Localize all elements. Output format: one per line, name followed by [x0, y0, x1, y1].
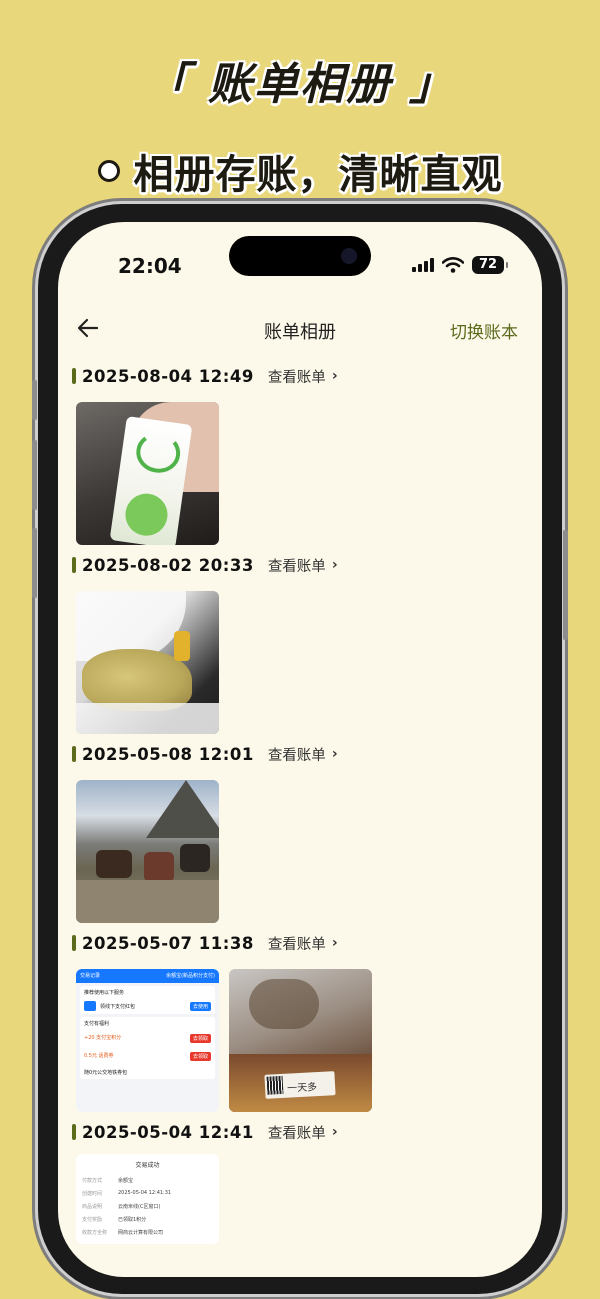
receipt2-value: 已领取1积分 [118, 1217, 147, 1223]
status-icons: 72 [412, 256, 508, 274]
receipt2-key: 付款方式 [82, 1178, 103, 1184]
dynamic-island [229, 236, 371, 276]
chevron-right-icon: › [331, 1124, 338, 1140]
bill-group: 2025-08-02 20:33 查看账单 › [72, 553, 338, 734]
drink-carton [109, 416, 193, 545]
view-bill-link[interactable]: 查看账单 › [268, 744, 338, 765]
chevron-right-icon: › [331, 746, 338, 762]
section-marker [72, 1124, 76, 1140]
horse-shape [180, 844, 210, 872]
receipt2-status: 交易成功 [135, 1162, 160, 1169]
chevron-right-icon: › [331, 368, 338, 384]
receipt2-key: 商品说明 [82, 1204, 103, 1210]
receipt-header-left: 交易记录 [80, 973, 101, 979]
receipt-row1: +20 支付宝积分 [84, 1035, 122, 1041]
receipt2-value: 2025-05-04 12:41:31 [118, 1190, 172, 1196]
group-datetime: 2025-05-04 12:41 [82, 1122, 254, 1142]
bill-group: 2025-05-08 12:01 查看账单 › [72, 742, 338, 923]
view-bill-label: 查看账单 [267, 1125, 326, 1142]
group-datetime: 2025-08-02 20:33 [82, 555, 254, 575]
promo-title: 「 账单相册 」 [144, 59, 456, 110]
bill-group: 2025-05-07 11:38 查看账单 › 交易记录 余额宝(新品积分支付) … [72, 931, 372, 1112]
receipt2-key: 创建时间 [82, 1191, 103, 1197]
bill-photo-mountain[interactable] [76, 780, 219, 923]
receipt-promo-title: 推荐使用以下服务 [84, 990, 125, 996]
receipt-row3: 随0元公交地铁券包 [84, 1070, 128, 1076]
view-bill-link[interactable]: 查看账单 › [268, 555, 338, 576]
view-bill-label: 查看账单 [267, 936, 326, 953]
camera-dot [341, 248, 357, 264]
bullet-dot [97, 160, 120, 182]
bag-label: 一天多 [286, 1082, 318, 1095]
receipt2-value: 云南米线(C区窗口) [118, 1204, 161, 1210]
view-bill-link[interactable]: 查看账单 › [268, 366, 338, 387]
promo-subtitle-row: 相册存账，清晰直观 [0, 142, 600, 200]
phone-power-button [563, 530, 568, 640]
receipt-promo-item: 领线下支付红包 [100, 1003, 136, 1010]
horse-shape [144, 852, 174, 882]
receipt-promo-button: 去使用 [189, 1001, 211, 1011]
view-bill-label: 查看账单 [267, 558, 326, 575]
bill-photo-receipt[interactable]: 交易记录 余额宝(新品积分支付) 推荐使用以下服务 领线下支付红包 去使用 支付… [76, 969, 219, 1112]
app-screen: 22:04 72 账单相册 切换账本 2025-08-04 12:49 查看账单… [58, 222, 542, 1277]
bill-group: 2025-05-04 12:41 查看账单 › 交易成功 付款方式 余额宝 创建时间… [72, 1120, 338, 1244]
receipt2-value: 余额宝 [118, 1178, 134, 1184]
receipt2-key: 收款方全称 [82, 1230, 108, 1236]
view-bill-link[interactable]: 查看账单 › [268, 933, 338, 954]
phone-side-button [32, 380, 37, 420]
wifi-icon [442, 257, 464, 273]
mountain-shape [146, 780, 219, 838]
bag-print [174, 631, 190, 661]
receipt-header-right: 余额宝(新品积分支付) [166, 973, 215, 979]
chevron-right-icon: › [331, 935, 338, 951]
phone-volume-down [32, 528, 37, 598]
bill-photo-bread[interactable] [76, 591, 219, 734]
receipt2-value: 网商云计算有限公司 [118, 1230, 164, 1236]
status-time: 22:04 [118, 254, 182, 278]
bill-group: 2025-08-04 12:49 查看账单 › [72, 364, 338, 545]
switch-ledger-button[interactable]: 切换账本 [450, 318, 518, 343]
section-marker [72, 935, 76, 951]
chevron-right-icon: › [331, 557, 338, 573]
receipt-row2-button: 去领取 [189, 1052, 211, 1061]
nav-bar: 账单相册 切换账本 [58, 314, 542, 344]
receipt-points-title: 支付有福利 [84, 1021, 110, 1027]
group-datetime: 2025-05-07 11:38 [82, 933, 254, 953]
view-bill-label: 查看账单 [267, 747, 326, 764]
battery-indicator: 72 [472, 256, 508, 274]
signal-icon [412, 258, 434, 272]
section-marker [72, 368, 76, 384]
horse-shape [96, 850, 132, 878]
view-bill-label: 查看账单 [267, 369, 326, 386]
bill-photo-drink[interactable] [76, 402, 219, 545]
bill-photo-bag[interactable]: 一天多 [229, 969, 372, 1112]
section-marker [72, 746, 76, 762]
group-datetime: 2025-05-08 12:01 [82, 744, 254, 764]
bill-photo-receipt-detail[interactable]: 交易成功 付款方式 余额宝 创建时间 2025-05-04 12:41:31 商品说… [76, 1154, 219, 1244]
receipt-row1-button: 去领取 [189, 1034, 211, 1043]
group-datetime: 2025-08-04 12:49 [82, 366, 254, 386]
promo-subtitle: 相册存账，清晰直观 [133, 152, 503, 198]
phone-volume-up [32, 440, 37, 510]
receipt-row2: 0.5元 话费券 [84, 1053, 114, 1059]
view-bill-link[interactable]: 查看账单 › [268, 1122, 338, 1143]
receipt2-key: 支付奖励 [82, 1217, 103, 1223]
section-marker [72, 557, 76, 573]
